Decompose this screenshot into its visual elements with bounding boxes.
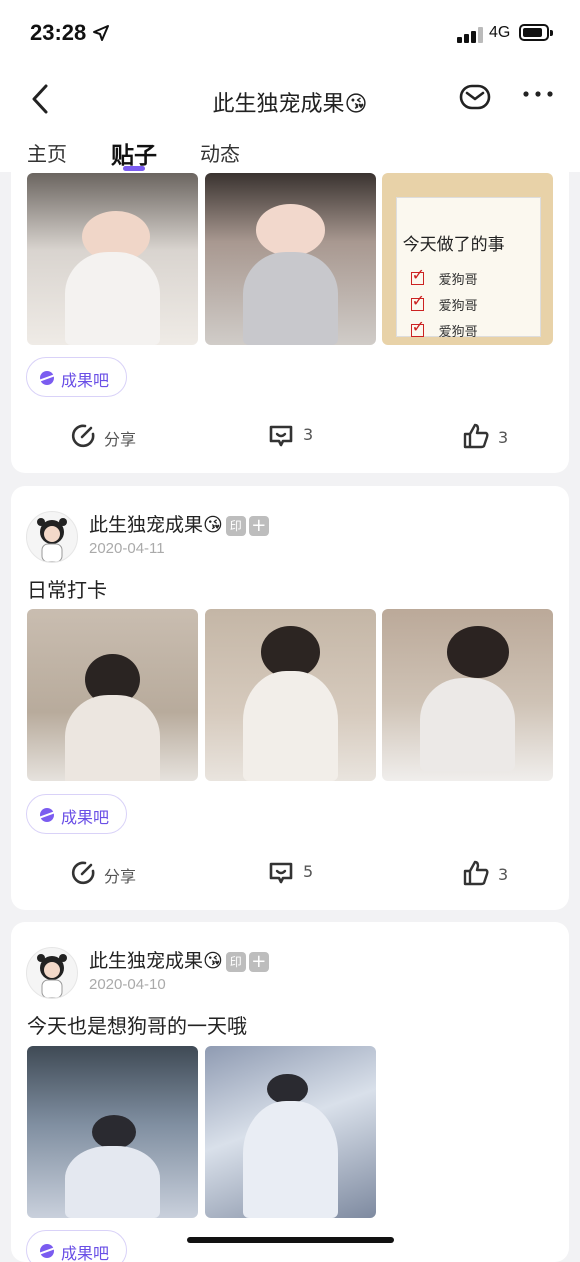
post-date: 2020-04-11 <box>89 540 165 557</box>
avatar-icon <box>37 954 67 998</box>
post-text: 日常打卡 <box>27 578 107 602</box>
status-bar: 23:28 4G <box>0 0 580 70</box>
nav-bar: 此生独宠成果😘 <box>0 70 580 130</box>
like-button[interactable]: 3 <box>462 859 522 889</box>
plus-badge-icon: + <box>248 515 269 536</box>
plus-badge-icon: + <box>248 951 269 972</box>
share-label: 分享 <box>104 867 137 886</box>
signal-icon <box>457 27 485 43</box>
post-date: 2020-04-10 <box>89 976 166 993</box>
post-text: 今天也是想狗哥的一天哦 <box>27 1014 247 1038</box>
checkbox-icon <box>410 265 425 286</box>
post-photo[interactable] <box>27 1046 198 1218</box>
message-icon[interactable] <box>458 80 492 114</box>
note-image: 今天做了的事 爱狗哥 爱狗哥 爱狗哥 <box>395 197 542 341</box>
badge-icon: 印 <box>225 951 246 972</box>
post-photo[interactable] <box>205 609 376 781</box>
planet-icon <box>40 808 54 822</box>
username[interactable]: 此生独宠成果😘 印 + <box>89 946 269 973</box>
checkbox-icon <box>410 317 425 338</box>
avatar[interactable] <box>26 511 78 563</box>
topic-tag[interactable]: 成果吧 <box>26 357 127 397</box>
page-title: 此生独宠成果😘 <box>212 92 368 117</box>
topic-tag-label: 成果吧 <box>61 371 110 390</box>
like-count: 3 <box>498 428 509 447</box>
topic-tag-label: 成果吧 <box>61 808 110 827</box>
planet-icon <box>40 1244 54 1258</box>
status-time: 23:28 <box>30 20 87 45</box>
note-item: 爱狗哥 <box>438 325 478 341</box>
post-photo[interactable]: 今天做了的事 爱狗哥 爱狗哥 爱狗哥 <box>382 173 553 345</box>
thumbs-up-icon <box>463 860 489 886</box>
note-item: 爱狗哥 <box>438 273 478 289</box>
comment-icon <box>269 425 293 447</box>
tab-posts[interactable]: 贴子 <box>111 136 157 170</box>
avatar[interactable] <box>26 947 78 999</box>
badge-icon: 印 <box>225 515 246 536</box>
tab-activity[interactable]: 动态 <box>200 138 240 167</box>
location-arrow-icon <box>93 25 109 41</box>
planet-icon <box>40 371 54 385</box>
comment-count: 5 <box>303 862 314 881</box>
like-button[interactable]: 3 <box>462 422 522 452</box>
post-photo[interactable] <box>27 173 198 345</box>
share-icon <box>71 861 95 885</box>
share-icon <box>71 424 95 448</box>
share-button[interactable]: 分享 <box>69 422 159 452</box>
comment-icon <box>269 862 293 884</box>
topic-tag[interactable]: 成果吧 <box>26 794 127 834</box>
network-type: 4G <box>489 24 511 41</box>
post-photo[interactable] <box>382 609 553 781</box>
username[interactable]: 此生独宠成果😘 印 + <box>89 510 269 537</box>
tab-home[interactable]: 主页 <box>27 138 67 167</box>
checkbox-icon <box>410 291 425 312</box>
note-title: 今天做了的事 <box>402 235 505 256</box>
post-photo[interactable] <box>205 173 376 345</box>
avatar-icon <box>37 518 67 562</box>
comment-count: 3 <box>303 425 314 444</box>
share-button[interactable]: 分享 <box>69 859 159 889</box>
like-count: 3 <box>498 865 509 884</box>
post-photo[interactable] <box>205 1046 376 1218</box>
comment-button[interactable]: 3 <box>267 422 327 452</box>
home-indicator <box>187 1237 394 1243</box>
note-item: 爱狗哥 <box>438 299 478 315</box>
post-card: 此生独宠成果😘 印 + 2020-04-10 今天也是想狗哥的一天哦 成果吧 <box>11 922 569 1262</box>
battery-icon <box>519 24 553 41</box>
comment-button[interactable]: 5 <box>267 859 327 889</box>
share-label: 分享 <box>104 430 137 449</box>
active-tab-indicator <box>123 166 145 171</box>
profile-tabs: 主页 贴子 动态 <box>0 130 580 172</box>
thumbs-up-icon <box>463 423 489 449</box>
post-photo[interactable] <box>27 609 198 781</box>
topic-tag[interactable]: 成果吧 <box>26 1230 127 1262</box>
post-card: 此生独宠成果😘 印 + 2020-04-11 日常打卡 成果吧 分享 5 3 <box>11 486 569 910</box>
topic-tag-label: 成果吧 <box>61 1244 110 1262</box>
post-card: 今天做了的事 爱狗哥 爱狗哥 爱狗哥 成果吧 分享 3 3 <box>11 172 569 473</box>
more-icon[interactable] <box>522 88 554 100</box>
